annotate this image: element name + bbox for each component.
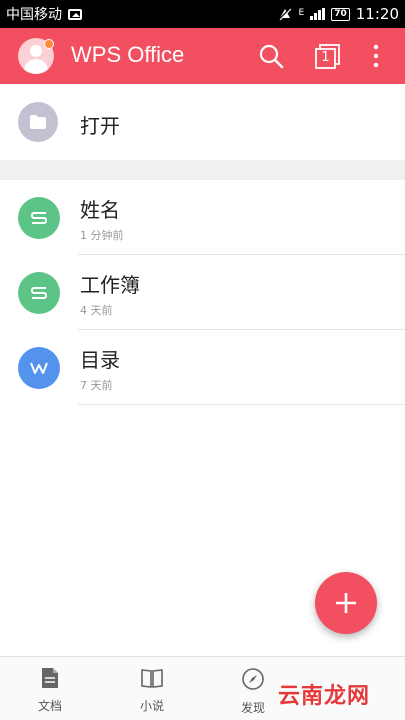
file-time: 7 天前	[80, 379, 113, 392]
compass-icon	[242, 668, 264, 690]
file-name: 目录	[80, 348, 120, 372]
notification-muted-icon	[277, 7, 292, 21]
carrier-name: 中国移动	[6, 7, 62, 23]
nav-label: 发现	[240, 701, 265, 715]
nav-label: 小说	[139, 699, 164, 713]
file-name: 姓名	[80, 198, 120, 222]
app-title: WPS Office	[71, 42, 185, 67]
status-carrier-group: 中国移动	[6, 4, 82, 24]
avatar-head	[30, 45, 42, 57]
folder-glyph-icon	[30, 115, 46, 129]
nav-discover[interactable]: 发现	[223, 667, 283, 716]
watermark: 云南龙网	[278, 684, 371, 709]
more-vert-icon[interactable]	[362, 42, 390, 70]
file-time: 4 天前	[80, 304, 113, 317]
notification-dot	[44, 39, 54, 49]
tab-counter-icon[interactable]: 1	[314, 42, 342, 70]
s-glyph-icon	[30, 287, 48, 299]
book-icon	[141, 669, 163, 688]
file-name: 工作簿	[80, 273, 140, 297]
avatar-body	[24, 59, 48, 74]
document-icon	[42, 668, 58, 688]
list-divider	[78, 329, 405, 330]
clock: 11:20	[355, 5, 399, 23]
plus-icon	[336, 593, 356, 613]
open-row[interactable]: 打开	[0, 84, 405, 160]
nav-novels[interactable]: 小说	[122, 667, 182, 714]
app-bar: WPS Office 1	[0, 28, 405, 84]
s-glyph-icon	[30, 212, 48, 224]
writer-icon	[18, 347, 60, 389]
list-divider	[78, 404, 405, 405]
tab-count: 1	[321, 50, 330, 65]
list-divider	[78, 254, 405, 255]
folder-icon	[18, 102, 58, 142]
battery-level: 70	[331, 7, 350, 21]
status-right-group: E 70 11:20	[277, 5, 399, 23]
file-item-1[interactable]: 姓名 1 分钟前	[0, 181, 405, 255]
file-item-2[interactable]: 工作簿 4 天前	[0, 256, 405, 330]
signal-icon	[310, 8, 326, 20]
search-icon[interactable]	[257, 42, 285, 70]
status-bar: 中国移动 E 70 11:20	[0, 0, 405, 28]
file-time: 1 分钟前	[80, 229, 124, 242]
spreadsheet-icon	[18, 272, 60, 314]
file-item-3[interactable]: 目录 7 天前	[0, 331, 405, 405]
w-glyph-icon	[30, 362, 48, 374]
open-label: 打开	[80, 114, 120, 138]
image-notification-icon	[68, 8, 82, 20]
network-type: E	[298, 8, 305, 18]
section-divider	[0, 160, 405, 180]
new-document-button[interactable]	[315, 572, 377, 634]
nav-documents[interactable]: 文档	[20, 667, 80, 714]
nav-label: 文档	[37, 699, 62, 713]
spreadsheet-icon	[18, 197, 60, 239]
